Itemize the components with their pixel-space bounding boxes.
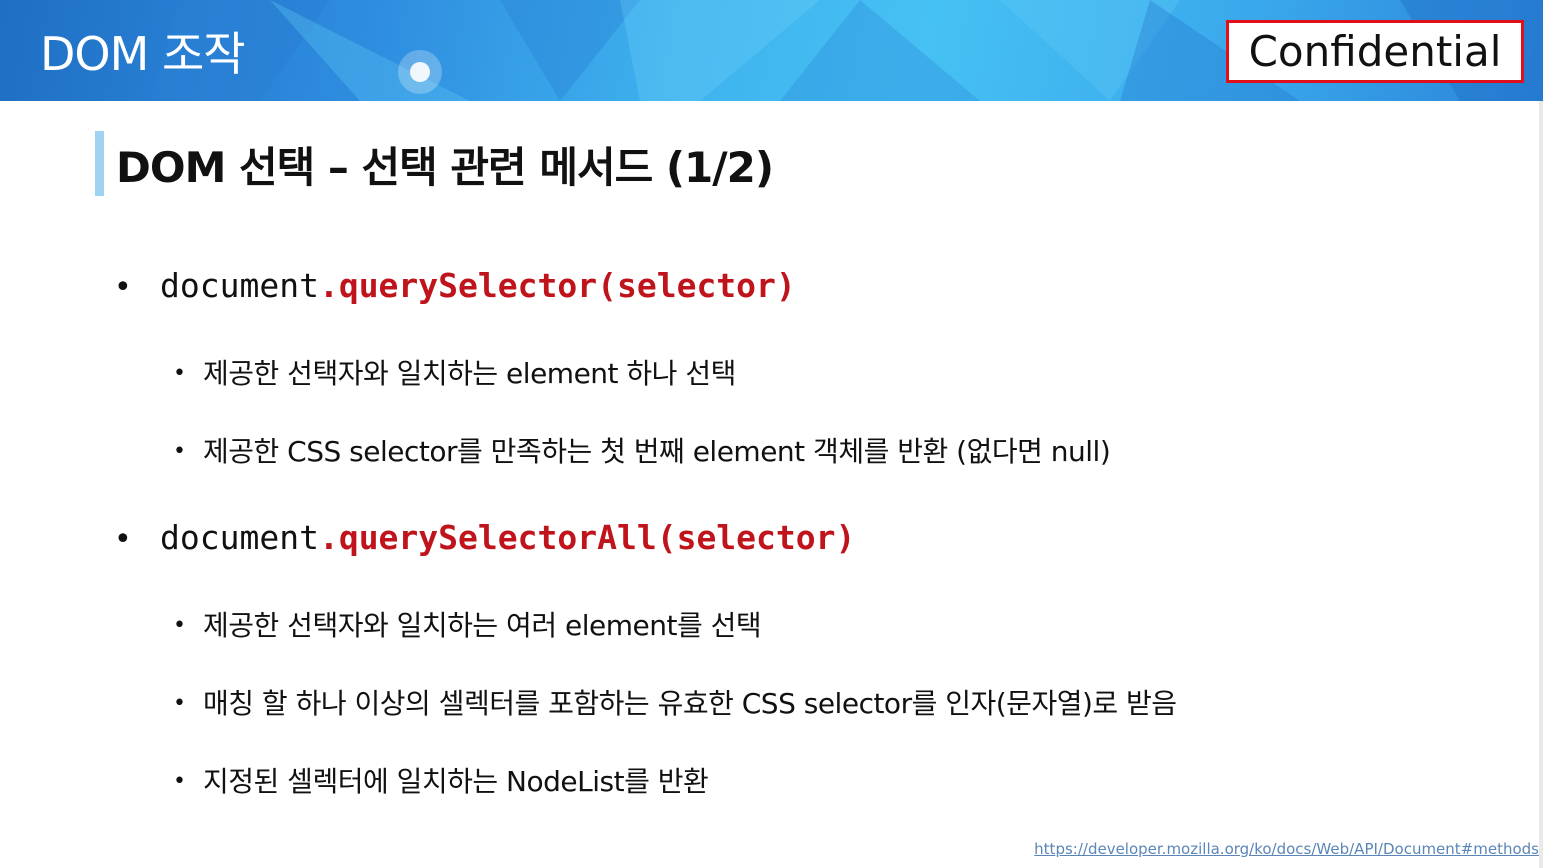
object-name: document — [160, 518, 319, 557]
sub-bullet: • 제공한 선택자와 일치하는 element 하나 선택 — [173, 352, 736, 392]
method-bullet-queryselector: • document.querySelector(selector) — [114, 266, 796, 305]
sub-bullet-text: 제공한 선택자와 일치하는 여러 element를 선택 — [203, 609, 762, 642]
method-bullet-queryselectorall: • document.querySelectorAll(selector) — [114, 518, 855, 557]
sub-bullet: • 제공한 CSS selector를 만족하는 첫 번째 element 객체를… — [173, 430, 1111, 470]
confidential-badge: Confidential — [1226, 20, 1524, 83]
reference-link[interactable]: https://developer.mozilla.org/ko/docs/We… — [1034, 840, 1539, 858]
sub-bullet: • 지정된 셀렉터에 일치하는 NodeList를 반환 — [173, 760, 709, 800]
sub-bullet-text: 지정된 셀렉터에 일치하는 NodeList를 반환 — [203, 765, 709, 798]
method-name: .querySelectorAll(selector) — [318, 518, 856, 557]
bullet-dot: • — [114, 522, 132, 557]
bullet-dot: • — [173, 613, 186, 638]
bullet-dot: • — [114, 270, 132, 305]
sub-bullet: • 매칭 할 하나 이상의 셀렉터를 포함하는 유효한 CSS selector를… — [173, 682, 1177, 722]
header-title: DOM 조작 — [40, 27, 246, 81]
bullet-dot: • — [173, 691, 186, 716]
sub-bullet-text: 제공한 CSS selector를 만족하는 첫 번째 element 객체를 … — [203, 435, 1111, 468]
bullet-dot: • — [173, 439, 186, 464]
sub-bullet: • 제공한 선택자와 일치하는 여러 element를 선택 — [173, 604, 762, 644]
bullet-dot: • — [173, 769, 186, 794]
sub-bullet-text: 제공한 선택자와 일치하는 element 하나 선택 — [203, 357, 736, 390]
slide-edge — [1539, 101, 1543, 868]
title-accent-bar — [95, 131, 104, 196]
slide-title: DOM 선택 – 선택 관련 메서드 (1/2) — [116, 143, 774, 192]
object-name: document — [160, 266, 319, 305]
sub-bullet-text: 매칭 할 하나 이상의 셀렉터를 포함하는 유효한 CSS selector를 … — [203, 687, 1177, 720]
slide-header: DOM 조작 Confidential — [0, 0, 1543, 101]
bullet-dot: • — [173, 361, 186, 386]
method-name: .querySelector(selector) — [318, 266, 796, 305]
